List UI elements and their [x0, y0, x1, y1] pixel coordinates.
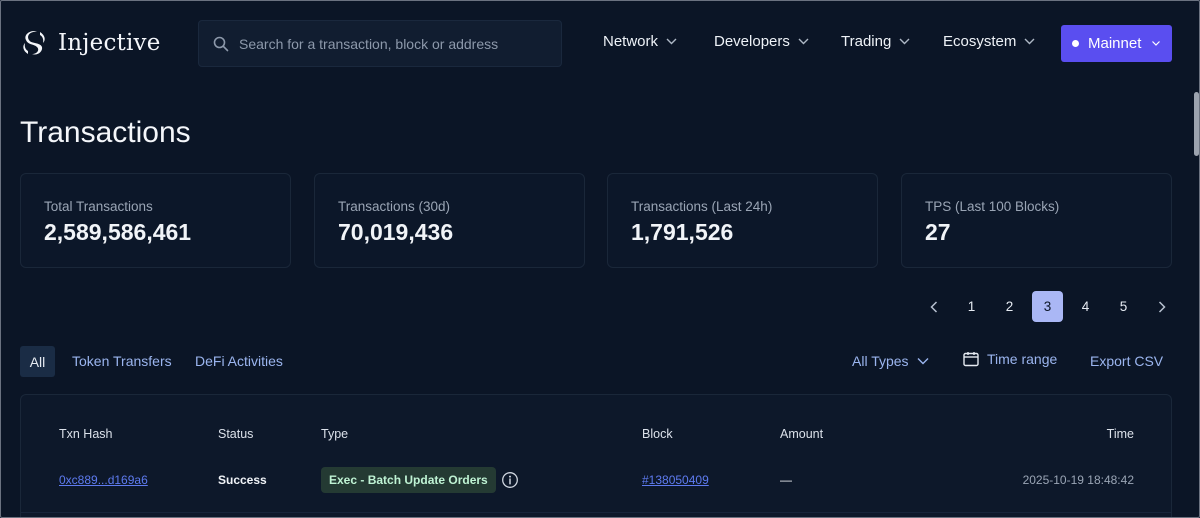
page-button-4[interactable]: 4: [1070, 291, 1101, 322]
stat-label: Total Transactions: [44, 199, 153, 214]
amount-value: —: [780, 473, 792, 487]
chevron-down-icon: [1024, 38, 1035, 45]
stat-label: Transactions (30d): [338, 199, 451, 214]
page-scrollbar[interactable]: [1194, 92, 1199, 156]
column-header-time: Time: [1106, 427, 1134, 441]
column-header-block: Block: [642, 427, 673, 441]
time-value: 2025-10-19 18:48:42: [1022, 473, 1134, 487]
type-badge: Exec - Batch Update Orders: [321, 467, 496, 493]
types-filter-dropdown[interactable]: All Types: [852, 353, 929, 369]
injective-logo[interactable]: Injective: [20, 28, 161, 58]
nav-ecosystem[interactable]: Ecosystem: [943, 33, 1035, 50]
status-dot-icon: [1072, 40, 1079, 47]
pagination: 1 2 3 4 5: [918, 291, 1184, 322]
chevron-left-icon: [929, 300, 937, 313]
nav-network-label: Network: [603, 33, 659, 50]
prev-page-button[interactable]: [918, 291, 949, 322]
calendar-icon: [963, 352, 979, 367]
tab-all[interactable]: All: [20, 346, 55, 377]
nav-ecosystem-label: Ecosystem: [943, 33, 1017, 50]
txn-hash-link[interactable]: 0xc889...d169a6: [59, 473, 148, 487]
chevron-down-icon: [798, 38, 809, 45]
block-link[interactable]: #138050409: [642, 473, 709, 487]
chevron-down-icon: [899, 38, 910, 45]
chevron-right-icon: [1158, 300, 1166, 313]
column-header-amount: Amount: [780, 427, 824, 441]
nav-network[interactable]: Network: [603, 33, 677, 50]
page-button-1[interactable]: 1: [956, 291, 987, 322]
column-header-type: Type: [321, 427, 349, 441]
stat-value: 27: [925, 219, 951, 245]
search-box[interactable]: [198, 20, 562, 67]
stat-value: 2,589,586,461: [44, 219, 192, 245]
chevron-down-icon: [917, 358, 929, 365]
info-icon[interactable]: [501, 471, 519, 489]
page-button-3-current[interactable]: 3: [1032, 291, 1063, 322]
stat-value: 1,791,526: [631, 219, 734, 245]
network-label: Mainnet: [1088, 35, 1142, 52]
network-select-button[interactable]: Mainnet: [1061, 25, 1172, 62]
page-title: Transactions: [20, 116, 191, 149]
column-header-status: Status: [218, 427, 254, 441]
nav-developers-label: Developers: [714, 33, 790, 50]
types-filter-label: All Types: [852, 353, 909, 369]
stat-value: 70,019,436: [338, 219, 454, 245]
top-header: Injective Network Developers Trading Eco…: [0, 0, 1200, 90]
page-button-2[interactable]: 2: [994, 291, 1025, 322]
stat-card-tps: TPS (Last 100 Blocks) 27: [901, 173, 1172, 268]
page-button-5[interactable]: 5: [1108, 291, 1139, 322]
nav-trading-label: Trading: [841, 33, 892, 50]
logo-text: Injective: [58, 30, 161, 56]
export-csv-button[interactable]: Export CSV: [1090, 353, 1163, 369]
chevron-down-icon: [1152, 41, 1161, 46]
stat-card-30d: Transactions (30d) 70,019,436: [314, 173, 585, 268]
injective-logo-icon: [23, 31, 45, 55]
time-range-filter[interactable]: Time range: [963, 351, 1057, 367]
column-header-hash: Txn Hash: [59, 427, 113, 441]
time-range-label: Time range: [987, 351, 1058, 367]
nav-trading[interactable]: Trading: [841, 33, 910, 50]
row-divider: [21, 512, 1171, 513]
stat-label: TPS (Last 100 Blocks): [925, 199, 1060, 214]
search-icon: [213, 36, 229, 51]
tab-token-transfers[interactable]: Token Transfers: [72, 353, 172, 369]
stat-card-total: Total Transactions 2,589,586,461: [20, 173, 291, 268]
search-input[interactable]: [239, 35, 559, 52]
stat-card-24h: Transactions (Last 24h) 1,791,526: [607, 173, 878, 268]
tab-defi-activities[interactable]: DeFi Activities: [195, 353, 283, 369]
next-page-button[interactable]: [1146, 291, 1177, 322]
nav-developers[interactable]: Developers: [714, 33, 809, 50]
transactions-table: Txn Hash Status Type Block Amount Time 0…: [20, 394, 1172, 518]
chevron-down-icon: [666, 38, 677, 45]
stat-label: Transactions (Last 24h): [631, 199, 773, 214]
status-text: Success: [218, 473, 267, 487]
